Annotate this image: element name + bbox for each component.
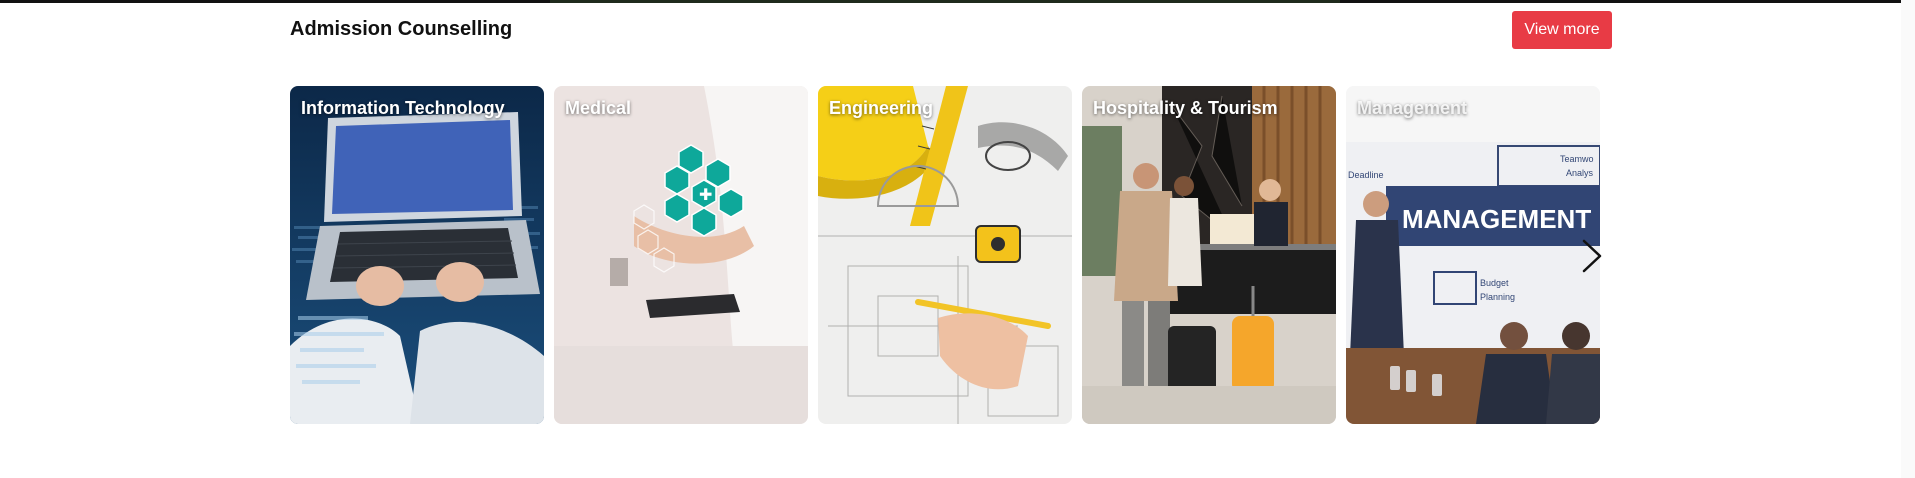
category-card-information-technology[interactable]: Information Technology: [290, 86, 544, 424]
category-card-medical[interactable]: ✚ Medical: [554, 86, 808, 424]
laptop-typing-image: [290, 86, 544, 424]
engineering-blueprint-image: [818, 86, 1072, 424]
page-scrollbar[interactable]: [1901, 0, 1915, 478]
card-label: Hospitality & Tourism: [1093, 98, 1278, 118]
management-meeting-image: MANAGEMENT Deadline Teamwo Analys Budget…: [1346, 86, 1600, 424]
header-bottom-edge: [0, 0, 1915, 3]
card-label: Medical: [565, 98, 632, 118]
svg-text:✚: ✚: [699, 185, 712, 204]
card-label: Engineering: [829, 98, 934, 118]
category-carousel: Information Technology ✚ Medical Enginee…: [290, 86, 1602, 424]
category-card-engineering[interactable]: Engineering: [818, 86, 1072, 424]
chevron-right-icon[interactable]: [1578, 238, 1606, 274]
category-card-hospitality-tourism[interactable]: Hospitality & Tourism: [1082, 86, 1336, 424]
medical-hexagon-image: ✚: [554, 86, 808, 424]
section-title: Admission Counselling: [290, 18, 513, 40]
category-card-management[interactable]: MANAGEMENT Deadline Teamwo Analys Budget…: [1346, 86, 1600, 424]
view-more-button[interactable]: View more: [1512, 11, 1612, 49]
hotel-reception-image: [1082, 86, 1336, 424]
card-label: Information Technology: [301, 98, 505, 118]
card-label: Management: [1357, 98, 1468, 118]
